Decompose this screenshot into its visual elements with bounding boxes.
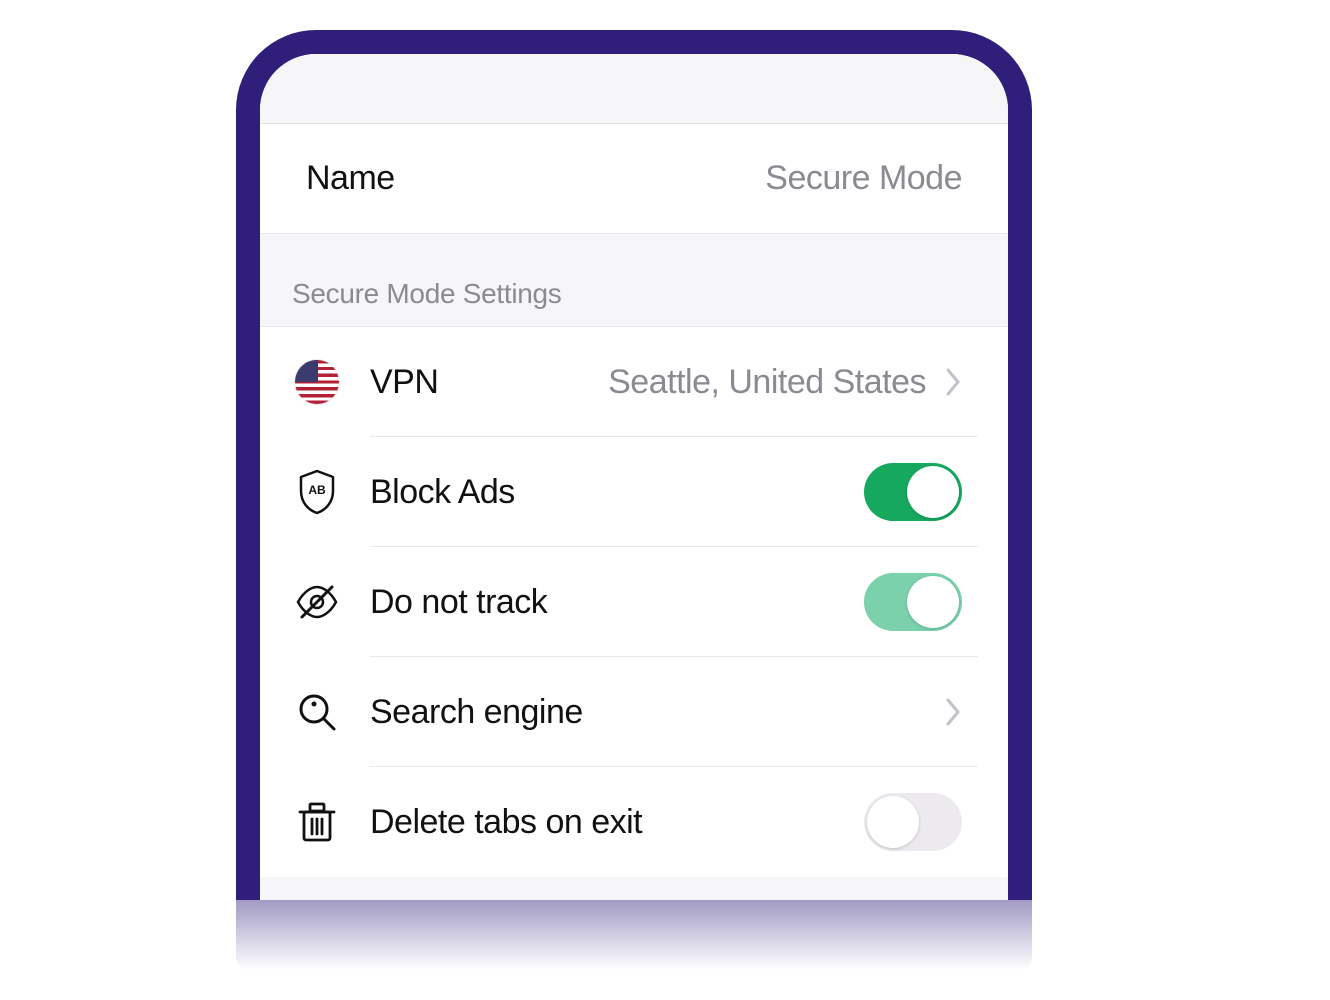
chevron-right-icon: [946, 698, 962, 726]
status-bar-area: [260, 54, 1008, 124]
name-value: Secure Mode: [765, 159, 962, 198]
svg-text:AB: AB: [308, 483, 326, 497]
chevron-right-icon: [946, 368, 962, 396]
block-ads-toggle[interactable]: [864, 463, 962, 521]
vpn-value: Seattle, United States: [608, 363, 926, 402]
search-icon: [292, 687, 342, 737]
delete-tabs-row: Delete tabs on exit: [260, 767, 1008, 877]
settings-screen: Name Secure Mode Secure Mode Settings VP…: [260, 54, 1008, 900]
trash-icon: [292, 797, 342, 847]
vpn-label: VPN: [370, 363, 438, 402]
eye-slash-icon: [292, 577, 342, 627]
name-row[interactable]: Name Secure Mode: [260, 124, 1008, 234]
do-not-track-row: Do not track: [260, 547, 1008, 657]
do-not-track-toggle[interactable]: [864, 573, 962, 631]
do-not-track-label: Do not track: [370, 583, 547, 622]
section-header: Secure Mode Settings: [260, 234, 1008, 327]
search-engine-label: Search engine: [370, 693, 583, 732]
delete-tabs-toggle[interactable]: [864, 793, 962, 851]
settings-list: VPN Seattle, United States AB Block Ads: [260, 327, 1008, 877]
vpn-row[interactable]: VPN Seattle, United States: [260, 327, 1008, 437]
block-ads-label: Block Ads: [370, 473, 515, 512]
us-flag-icon: [292, 357, 342, 407]
block-ads-row: AB Block Ads: [260, 437, 1008, 547]
shield-ab-icon: AB: [292, 467, 342, 517]
delete-tabs-label: Delete tabs on exit: [370, 803, 642, 842]
reflection-gradient: [236, 900, 1032, 970]
phone-frame: Name Secure Mode Secure Mode Settings VP…: [236, 30, 1032, 900]
search-engine-row[interactable]: Search engine: [260, 657, 1008, 767]
name-label: Name: [306, 159, 395, 198]
